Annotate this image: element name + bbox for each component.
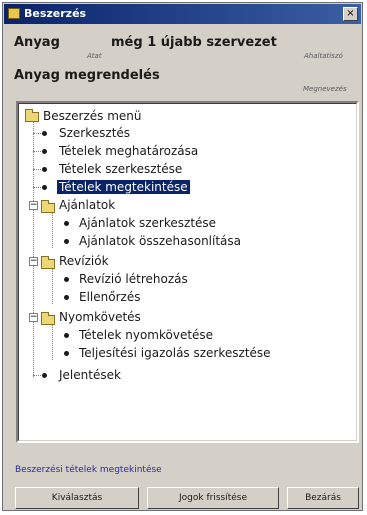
bullet-icon xyxy=(42,131,47,136)
tree-group-ajanlatok[interactable]: Ajánlatok xyxy=(59,197,115,213)
bullet-icon xyxy=(42,167,47,172)
tree-line xyxy=(52,212,53,248)
tree-group-label: Ajánlatok xyxy=(59,198,116,212)
tree-line xyxy=(33,122,34,377)
select-button[interactable]: Kiválasztás xyxy=(15,487,139,509)
anyag-caption: Atat xyxy=(87,52,102,60)
bullet-icon xyxy=(42,185,47,190)
bullet-icon xyxy=(42,149,47,154)
refresh-rights-button[interactable]: Jogok frissítése xyxy=(147,487,279,509)
status-text: Beszerzési tételek megtekintése xyxy=(15,465,162,475)
tree-item-tetelek-nyomkovetese[interactable]: Tételek nyomkövetése xyxy=(79,327,213,343)
close-icon[interactable]: × xyxy=(343,7,358,21)
bullet-icon xyxy=(42,373,47,378)
anyag-label: Anyag xyxy=(14,35,60,50)
tree-group-label: Nyomkövetés xyxy=(59,310,141,324)
folder-icon xyxy=(8,8,20,19)
tree-line xyxy=(52,268,53,304)
tree-group-nyomkovetes[interactable]: Nyomkövetés xyxy=(59,309,141,325)
tree-item-ajanlatok-szerkesztese[interactable]: Ajánlatok szerkesztése xyxy=(79,215,216,231)
menu-tree-inner: Beszerzés menü Szerkesztés Tételek megha… xyxy=(18,103,357,441)
szervezet-caption: Ahaltatiszó xyxy=(304,52,343,60)
tree-item-ellenorzes[interactable]: Ellenőrzés xyxy=(79,289,140,305)
tree-item-label: Tételek meghatározása xyxy=(59,144,199,158)
megrendeles-caption: Megnevezés xyxy=(303,85,347,93)
tree-item-label: Ajánlatok szerkesztése xyxy=(79,216,217,230)
folder-icon xyxy=(41,256,55,269)
szervezet-value: még 1 újabb szervezet xyxy=(111,35,277,50)
tree-item-label: Tételek nyomkövetése xyxy=(79,328,214,342)
collapse-icon[interactable]: − xyxy=(29,257,38,266)
tree-item-revizio-letrehozas[interactable]: Revízió létrehozás xyxy=(79,271,188,287)
menu-tree[interactable]: Beszerzés menü Szerkesztés Tételek megha… xyxy=(16,101,359,443)
tree-root-label: Beszerzés menü xyxy=(43,109,142,123)
collapse-icon[interactable]: − xyxy=(29,313,38,322)
tree-item-tetelek-megtekintese[interactable]: Tételek megtekintése xyxy=(57,179,190,195)
collapse-icon[interactable]: − xyxy=(29,201,38,210)
dialog-window: Beszerzés × Anyag Atat még 1 újabb szerv… xyxy=(2,2,363,511)
tree-item-label: Revízió létrehozás xyxy=(79,272,188,286)
bullet-icon xyxy=(64,221,69,226)
folder-icon xyxy=(41,200,55,213)
tree-item-label: Ajánlatok összehasonlítása xyxy=(79,234,242,248)
tree-item-jelentesek[interactable]: Jelentések xyxy=(59,367,121,383)
tree-item-tetelek-meghatarozasa[interactable]: Tételek meghatározása xyxy=(59,143,198,159)
bullet-icon xyxy=(64,277,69,282)
bullet-icon xyxy=(64,333,69,338)
tree-item-teljesitesi-igazolas[interactable]: Teljesítési igazolás szerkesztése xyxy=(79,345,271,361)
tree-root[interactable]: Beszerzés menü xyxy=(43,108,142,124)
tree-item-label: Ellenőrzés xyxy=(79,290,141,304)
tree-line xyxy=(52,324,53,360)
title-bar[interactable]: Beszerzés × xyxy=(4,4,361,24)
folder-icon xyxy=(41,312,55,325)
tree-item-label: Tételek megtekintése xyxy=(57,180,190,194)
bullet-icon xyxy=(64,351,69,356)
window-title: Beszerzés xyxy=(24,7,87,20)
megrendeles-label: Anyag megrendelés xyxy=(14,68,160,83)
bullet-icon xyxy=(64,295,69,300)
tree-group-reviziok[interactable]: Revíziók xyxy=(59,253,109,269)
tree-item-ajanlatok-osszehasonlitasa[interactable]: Ajánlatok összehasonlítása xyxy=(79,233,241,249)
tree-item-szerkesztes[interactable]: Szerkesztés xyxy=(59,125,130,141)
folder-icon xyxy=(25,109,39,122)
tree-item-tetelek-szerkesztese[interactable]: Tételek szerkesztése xyxy=(59,161,182,177)
close-button[interactable]: Bezárás xyxy=(287,487,359,509)
tree-item-label: Tételek szerkesztése xyxy=(59,162,183,176)
bullet-icon xyxy=(64,239,69,244)
tree-item-label: Teljesítési igazolás szerkesztése xyxy=(79,346,271,360)
tree-item-label: Szerkesztés xyxy=(59,126,131,140)
tree-item-label: Jelentések xyxy=(59,368,121,382)
tree-group-label: Revíziók xyxy=(59,254,109,268)
